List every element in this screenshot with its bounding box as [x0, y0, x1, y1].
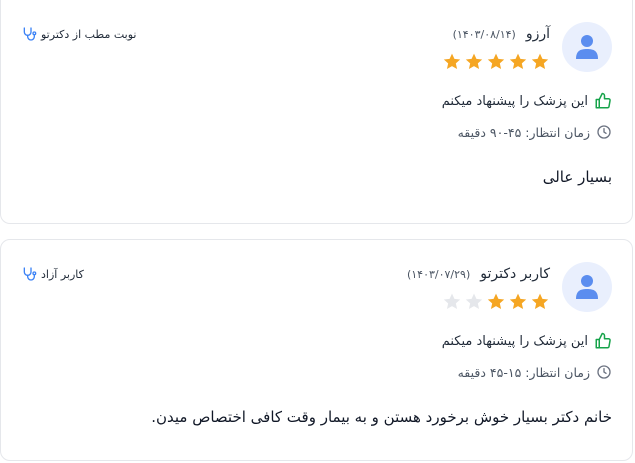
star-filled-icon [487, 53, 505, 69]
booking-source-badge: کاربر آزاد [21, 266, 84, 282]
star-empty-icon [465, 293, 483, 309]
star-filled-icon [443, 53, 461, 69]
star-filled-icon [531, 293, 549, 309]
review-comment: خانم دکتر بسیار خوش برخورد هستن و به بیم… [151, 408, 612, 426]
clock-icon [597, 125, 611, 139]
wait-time-text: زمان انتظار: ۱۵-۴۵ دقیقه [457, 364, 590, 380]
review-list: آرزو (۱۴۰۳/۰۸/۱۴) این پزشک را پیشنهاد می… [0, 0, 635, 463]
review-date: (۱۴۰۳/۰۷/۲۹) [406, 267, 471, 281]
star-rating [442, 292, 550, 312]
thumbs-up-icon [595, 92, 611, 109]
wait-time: زمان انتظار: ۱۵-۴۵ دقیقه [458, 364, 612, 380]
user-icon [576, 35, 598, 59]
wait-time: زمان انتظار: ۴۵-۹۰ دقیقه [458, 124, 612, 140]
wait-time-text: زمان انتظار: ۴۵-۹۰ دقیقه [457, 124, 590, 140]
review-date: (۱۴۰۳/۰۸/۱۴) [452, 27, 516, 41]
user-icon [576, 275, 598, 299]
reviewer-name: کاربر دکترتو [480, 266, 550, 282]
clock-icon [597, 365, 611, 379]
star-filled-icon [465, 53, 483, 69]
thumbs-up-icon [595, 332, 611, 349]
star-rating [442, 52, 550, 72]
reviewer-name: آرزو [525, 26, 550, 42]
star-filled-icon [531, 53, 549, 69]
badge-label: کاربر آزاد [41, 267, 84, 281]
avatar [562, 262, 612, 312]
stethoscope-icon [23, 267, 37, 281]
recommendation-text: این پزشک را پیشنهاد میکنم [441, 93, 588, 109]
star-filled-icon [487, 293, 505, 309]
review-card: آرزو (۱۴۰۳/۰۸/۱۴) این پزشک را پیشنهاد می… [0, 0, 633, 224]
review-header: آرزو (۱۴۰۳/۰۸/۱۴) [453, 26, 550, 42]
recommendation: این پزشک را پیشنهاد میکنم [442, 92, 612, 110]
review-card: کاربر دکترتو (۱۴۰۳/۰۷/۲۹) این پزشک را پی… [0, 239, 633, 461]
badge-label: نوبت مطب از دکترتو [41, 27, 137, 41]
review-header: کاربر دکترتو (۱۴۰۳/۰۷/۲۹) [407, 266, 550, 282]
star-filled-icon [509, 53, 527, 69]
star-filled-icon [509, 293, 527, 309]
review-comment: بسیار عالی [542, 168, 612, 186]
recommendation: این پزشک را پیشنهاد میکنم [442, 332, 612, 350]
booking-source-badge: نوبت مطب از دکترتو [21, 26, 136, 42]
recommendation-text: این پزشک را پیشنهاد میکنم [441, 333, 588, 349]
star-empty-icon [443, 293, 461, 309]
avatar [562, 22, 612, 72]
stethoscope-icon [23, 27, 37, 41]
